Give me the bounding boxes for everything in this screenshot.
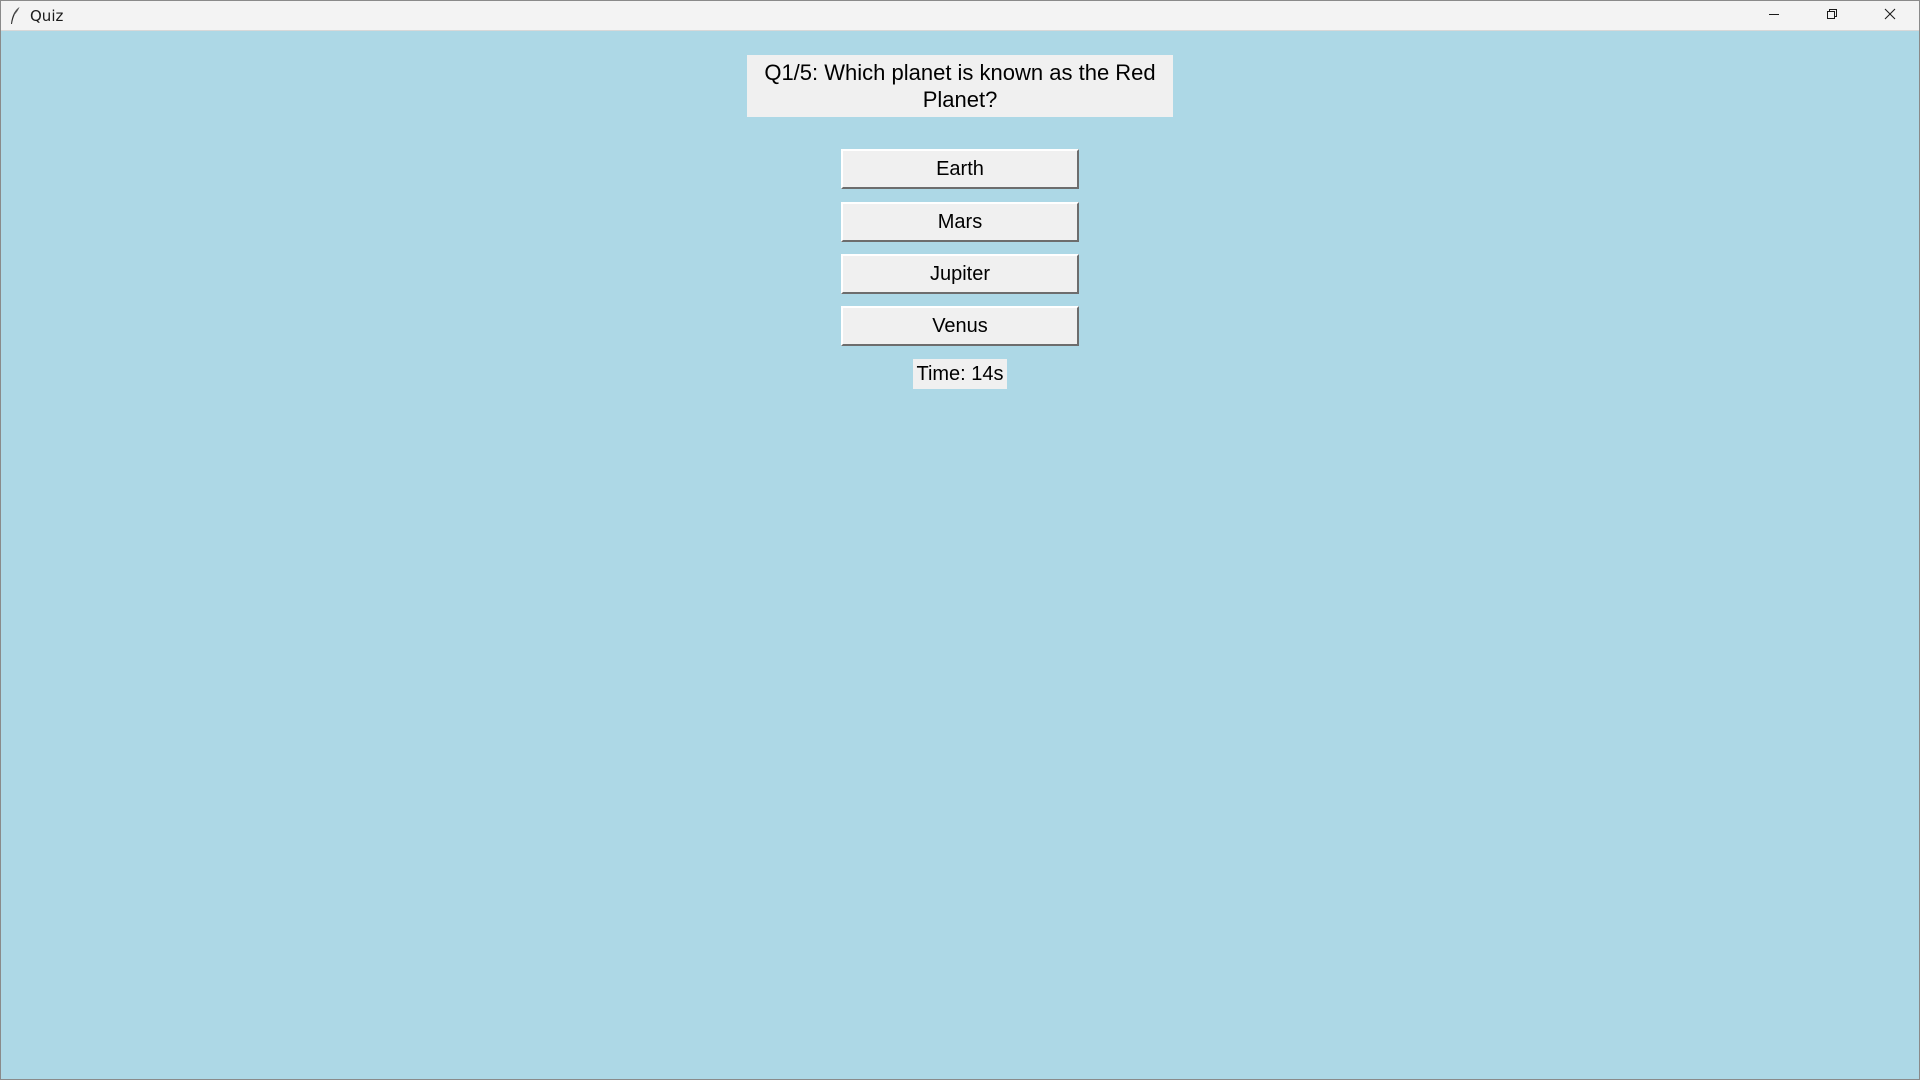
close-button[interactable] (1861, 1, 1919, 30)
answer-button-mars[interactable]: Mars (841, 202, 1079, 242)
close-icon (1884, 7, 1896, 25)
minimize-button[interactable] (1745, 1, 1803, 30)
quiz-window: Quiz Q1/5: Which planet is known as the … (0, 0, 1920, 1080)
feather-icon (7, 6, 23, 26)
minimize-icon (1768, 7, 1780, 25)
window-controls (1745, 1, 1919, 30)
answer-button-venus[interactable]: Venus (841, 306, 1079, 346)
answer-button-jupiter[interactable]: Jupiter (841, 254, 1079, 294)
quiz-content: Q1/5: Which planet is known as the Red P… (1, 31, 1919, 1080)
timer-label: Time: 14s (913, 359, 1007, 389)
answer-button-earth[interactable]: Earth (841, 149, 1079, 189)
window-title: Quiz (30, 6, 64, 25)
question-label: Q1/5: Which planet is known as the Red P… (747, 55, 1173, 117)
restore-icon (1826, 7, 1838, 25)
maximize-button[interactable] (1803, 1, 1861, 30)
title-bar[interactable]: Quiz (1, 1, 1919, 31)
